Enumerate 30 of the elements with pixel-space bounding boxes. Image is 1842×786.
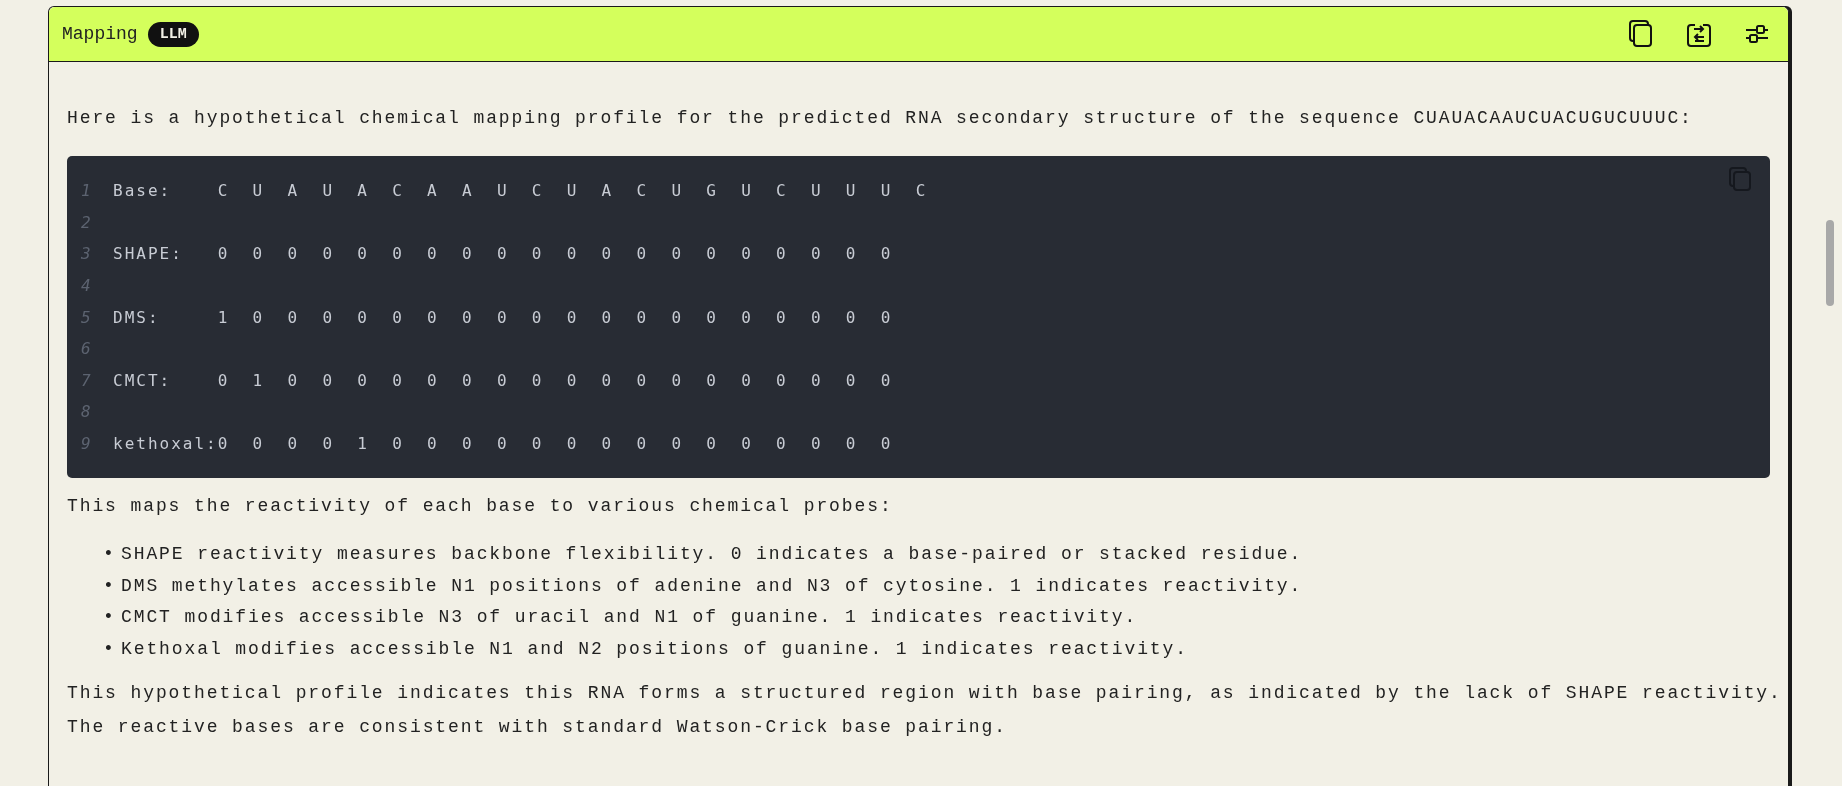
bullet-marker: • — [103, 574, 115, 598]
code-line: CMCT: 0 1 0 0 0 0 0 0 0 0 0 0 0 0 0 0 0 0 0 0 — [113, 370, 893, 390]
bullet-marker: • — [103, 543, 115, 567]
line-number: 4 — [81, 276, 92, 296]
line-number: 8 — [81, 402, 92, 422]
conclusion-text: This hypothetical profile indicates this RNA forms a structured region with base pairing, as indicated by the lack of SHAPE reactivity. — [67, 681, 1782, 705]
conclusion-text: The reactive bases are consistent with standard Watson-Crick base pairing. — [67, 715, 1007, 739]
line-number: 7 — [81, 370, 92, 390]
code-line: DMS: 1 0 0 0 0 0 0 0 0 0 0 0 0 0 0 0 0 0 0 0 — [113, 307, 893, 327]
bullet-item: Kethoxal modifies accessible N1 and N2 positions of guanine. 1 indicates reactivity. — [121, 637, 1188, 661]
settings-button[interactable] — [1744, 22, 1770, 46]
line-number: 3 — [81, 244, 92, 264]
line-number: 1 — [81, 181, 92, 201]
line-number: 9 — [81, 434, 92, 454]
code-line: SHAPE: 0 0 0 0 0 0 0 0 0 0 0 0 0 0 0 0 0 0 0 0 — [113, 244, 893, 264]
intro-text: Here is a hypothetical chemical mapping profile for the predicted RNA secondary structure of the sequence CUAUACAAUCUACUGUCUUUC: — [67, 107, 1693, 130]
bullet-marker: • — [103, 637, 115, 661]
copy-button[interactable] — [1628, 19, 1654, 49]
code-line: Base: C U A U A C A A U C U A C U G U C U U U C — [113, 181, 928, 201]
bullet-item: CMCT modifies accessible N3 of uracil and N1 of guanine. 1 indicates reactivity. — [121, 606, 1138, 630]
line-number: 2 — [81, 212, 92, 232]
bullet-item: SHAPE reactivity measures backbone flexibility. 0 indicates a base-paired or stacked residue. — [121, 543, 1303, 567]
line-number: 6 — [81, 339, 92, 359]
code-line: kethoxal:0 0 0 0 1 0 0 0 0 0 0 0 0 0 0 0 0 0 0 0 — [113, 434, 893, 454]
bullet-item: DMS methylates accessible N1 positions of adenine and N3 of cytosine. 1 indicates reactivity. — [121, 574, 1303, 598]
llm-badge: LLM — [147, 21, 199, 47]
summary-text: This maps the reactivity of each base to various chemical probes: — [67, 495, 893, 519]
line-number: 5 — [81, 307, 92, 327]
bullet-marker: • — [103, 606, 115, 630]
card-title: Mapping — [62, 24, 138, 44]
